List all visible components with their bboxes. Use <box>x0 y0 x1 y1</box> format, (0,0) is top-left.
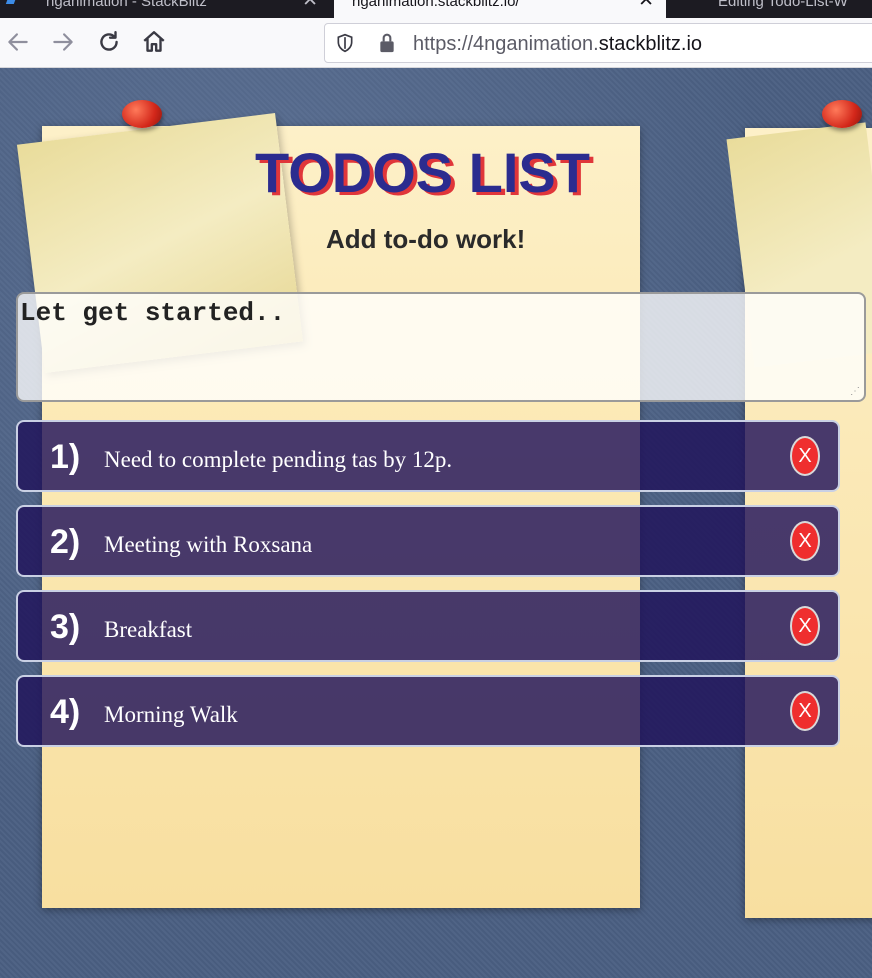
todo-board: TODOS LIST Add to-do work! ⋰ 1) Need to … <box>0 68 872 978</box>
todo-text: Morning Walk <box>104 702 238 727</box>
todo-text: Meeting with Roxsana <box>104 532 313 557</box>
address-bar[interactable]: https://4nganimation.stackblitz.io <box>324 23 872 63</box>
todo-number: 3) <box>50 608 81 646</box>
home-button[interactable] <box>138 26 170 58</box>
todo-text: Breakfast <box>104 617 193 642</box>
todo-list: 1) Need to complete pending tas by 12p. … <box>16 420 840 760</box>
reload-icon <box>100 31 118 51</box>
todo-number: 2) <box>50 523 81 561</box>
delete-todo-button[interactable]: X <box>790 436 820 476</box>
todo-item[interactable]: 4) Morning Walk X <box>16 675 840 747</box>
forward-arrow-icon <box>53 33 73 51</box>
delete-todo-button[interactable]: X <box>790 691 820 731</box>
todo-item[interactable]: 3) Breakfast X <box>16 590 840 662</box>
url-prefix: https://4nganimation. <box>413 33 599 55</box>
tab-editing-todo-list[interactable]: Editing Todo-List-W <box>670 0 872 18</box>
delete-todo-button[interactable]: X <box>790 521 820 561</box>
page-subtitle: Add to-do work! <box>326 224 526 254</box>
todo-number: 1) <box>50 438 81 476</box>
url-domain: stackblitz.io <box>598 33 703 55</box>
tab-label: Editing Todo-List-W <box>718 0 848 10</box>
todo-item[interactable]: 2) Meeting with Roxsana X <box>16 505 840 577</box>
delete-todo-button[interactable]: X <box>790 606 820 646</box>
shield-icon[interactable] <box>335 33 355 53</box>
tab-bar: nganimation - StackBlitz ✕ nganimation.s… <box>0 0 872 18</box>
todo-text: Need to complete pending tas by 12p. <box>104 447 453 472</box>
navigation-toolbar: https://4nganimation.stackblitz.io <box>0 18 872 68</box>
forward-button[interactable] <box>47 26 79 58</box>
url-text: https://4nganimation.stackblitz.io <box>413 33 702 56</box>
resize-grip-icon[interactable]: ⋰ <box>850 386 860 397</box>
tab-stackblitz-editor[interactable]: nganimation - StackBlitz ✕ <box>0 0 330 18</box>
close-tab-icon[interactable]: ✕ <box>302 0 318 10</box>
back-button[interactable] <box>2 26 34 58</box>
tab-label: nganimation - StackBlitz <box>46 0 207 10</box>
reload-button[interactable] <box>93 26 125 58</box>
red-pin-icon <box>822 100 862 128</box>
tab-nganimation-preview[interactable]: nganimation.stackblitz.io/ ✕ <box>334 0 666 18</box>
title-container: TODOS LIST <box>255 140 615 205</box>
tab-label: nganimation.stackblitz.io/ <box>352 0 520 10</box>
stackblitz-favicon-icon <box>5 0 19 4</box>
home-icon <box>143 31 165 52</box>
todo-input[interactable] <box>16 292 866 402</box>
todo-item[interactable]: 1) Need to complete pending tas by 12p. … <box>16 420 840 492</box>
page-title: TODOS LIST <box>255 141 590 204</box>
back-arrow-icon <box>8 33 28 51</box>
todo-number: 4) <box>50 693 81 731</box>
lock-icon[interactable] <box>377 33 397 53</box>
close-tab-icon[interactable]: ✕ <box>638 0 654 10</box>
red-pin-icon <box>122 100 162 128</box>
